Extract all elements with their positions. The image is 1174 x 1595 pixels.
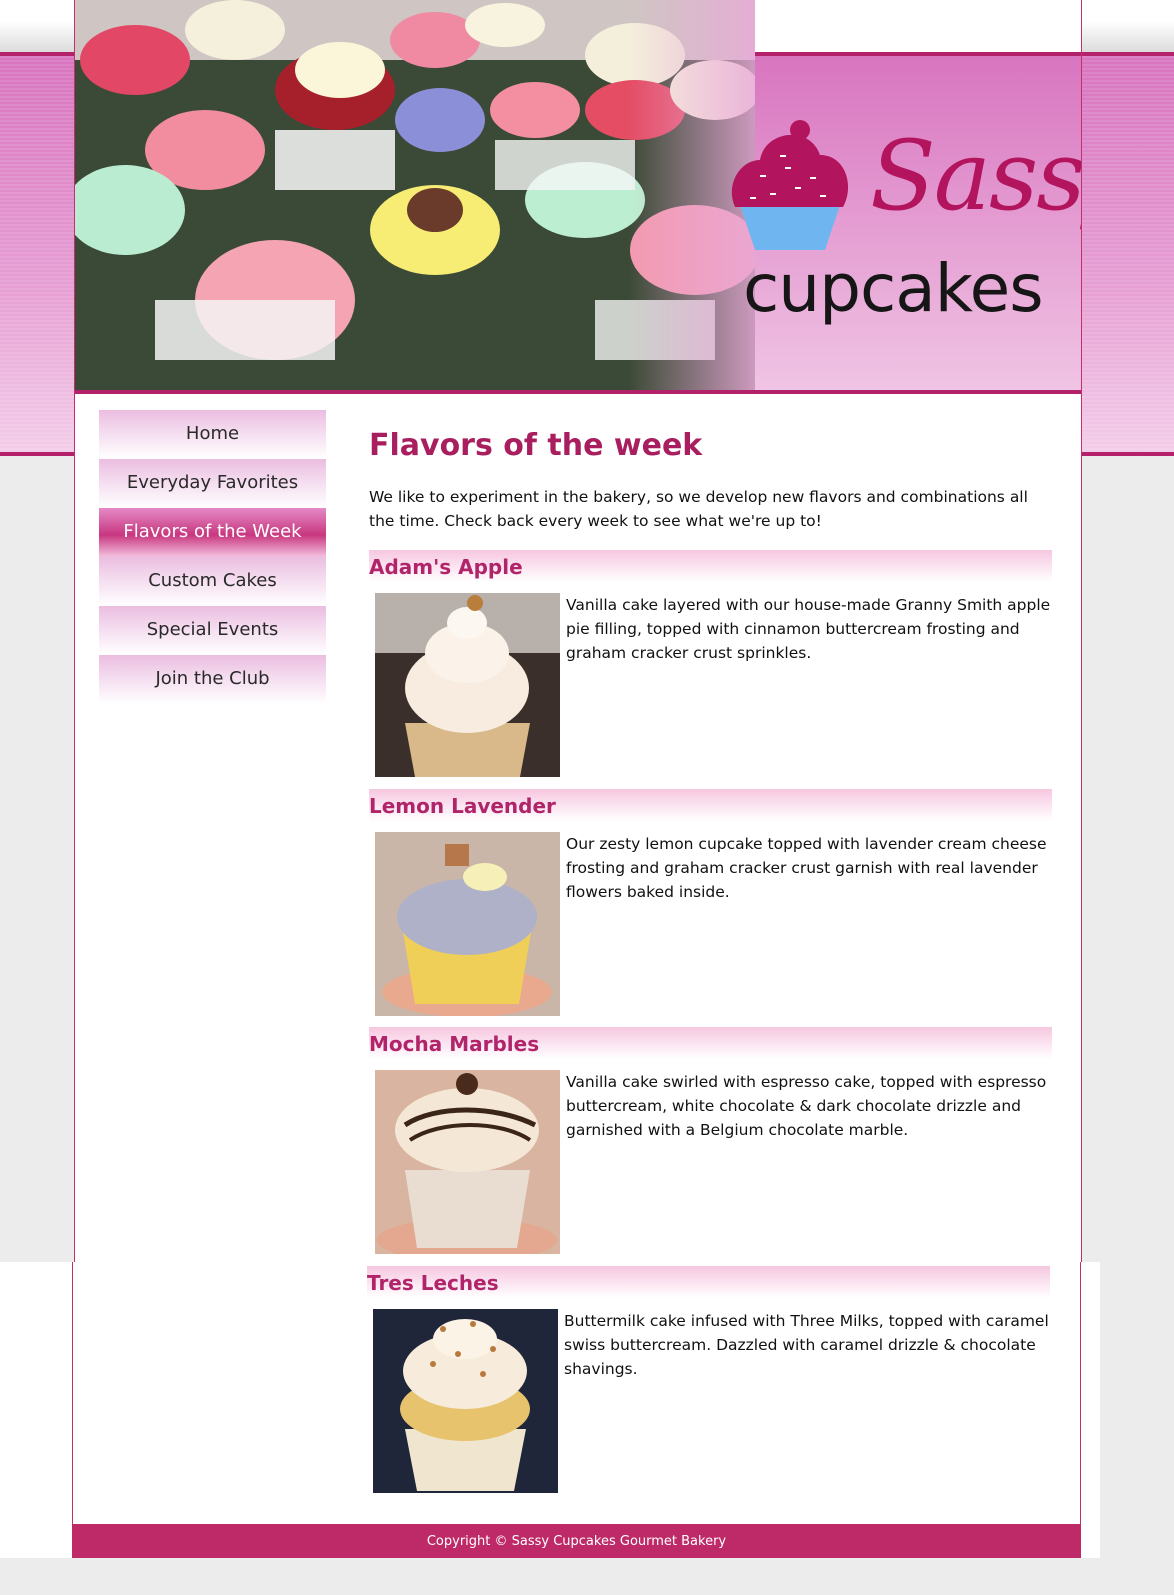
flavor-title: Lemon Lavender: [369, 789, 1052, 821]
flavor-title: Mocha Marbles: [369, 1027, 1052, 1059]
intro-text: We like to experiment in the bakery, so …: [369, 488, 1028, 530]
site-header: Sassy cupcakes: [75, 0, 1081, 394]
cupcake-logo-icon: [731, 120, 849, 250]
footer-copyright: Copyright © Sassy Cupcakes Gourmet Baker…: [426, 1534, 727, 1549]
page-bottom-strip: [0, 1558, 1174, 1595]
nav-item-home[interactable]: Home: [99, 410, 326, 459]
page-right-gray: [1100, 1262, 1174, 1595]
nav-item-everyday-favorites[interactable]: Everyday Favorites: [99, 459, 326, 508]
flavor-item: Adam's Apple Vanilla cake layered with o…: [369, 550, 1052, 777]
page-title: Flavors of the week: [369, 428, 703, 463]
flavor-description: Vanilla cake swirled with espresso cake,…: [566, 1073, 1047, 1139]
nav-item-special-events[interactable]: Special Events: [99, 606, 326, 655]
flavor-item: Mocha Marbles Vanilla cake swirled with …: [369, 1027, 1052, 1254]
flavor-photo: [373, 1309, 558, 1493]
nav-item-custom-cakes[interactable]: Custom Cakes: [99, 557, 326, 606]
flavor-description: Vanilla cake layered with our house-made…: [566, 596, 1051, 662]
flavor-photo: [375, 1070, 560, 1254]
logo-cupcakes-text: cupcakes: [743, 250, 1044, 327]
nav-item-join-the-club[interactable]: Join the Club: [99, 655, 326, 704]
main-content: Flavors of the week We like to experimen…: [369, 410, 1052, 533]
flavor-photo: [375, 593, 560, 777]
site-footer: Copyright © Sassy Cupcakes Gourmet Baker…: [72, 1524, 1081, 1558]
flavor-item: Lemon Lavender Our zesty lemon cupcake t…: [369, 789, 1052, 1016]
flavor-description: Buttermilk cake infused with Three Milks…: [564, 1312, 1049, 1378]
flavor-title: Tres Leches: [367, 1266, 1050, 1298]
logo-sassy-text: Sassy: [870, 120, 1081, 232]
sidebar-nav: Home Everyday Favorites Flavors of the W…: [99, 410, 326, 704]
nav-item-flavors-of-the-week[interactable]: Flavors of the Week: [99, 508, 326, 557]
flavor-photo: [375, 832, 560, 1016]
flavor-title: Adam's Apple: [369, 550, 1052, 582]
flavor-description: Our zesty lemon cupcake topped with lave…: [566, 835, 1047, 901]
flavor-item: Tres Leches Buttermilk cake infused with…: [367, 1266, 1050, 1493]
page-container-lower: [72, 1262, 1081, 1524]
